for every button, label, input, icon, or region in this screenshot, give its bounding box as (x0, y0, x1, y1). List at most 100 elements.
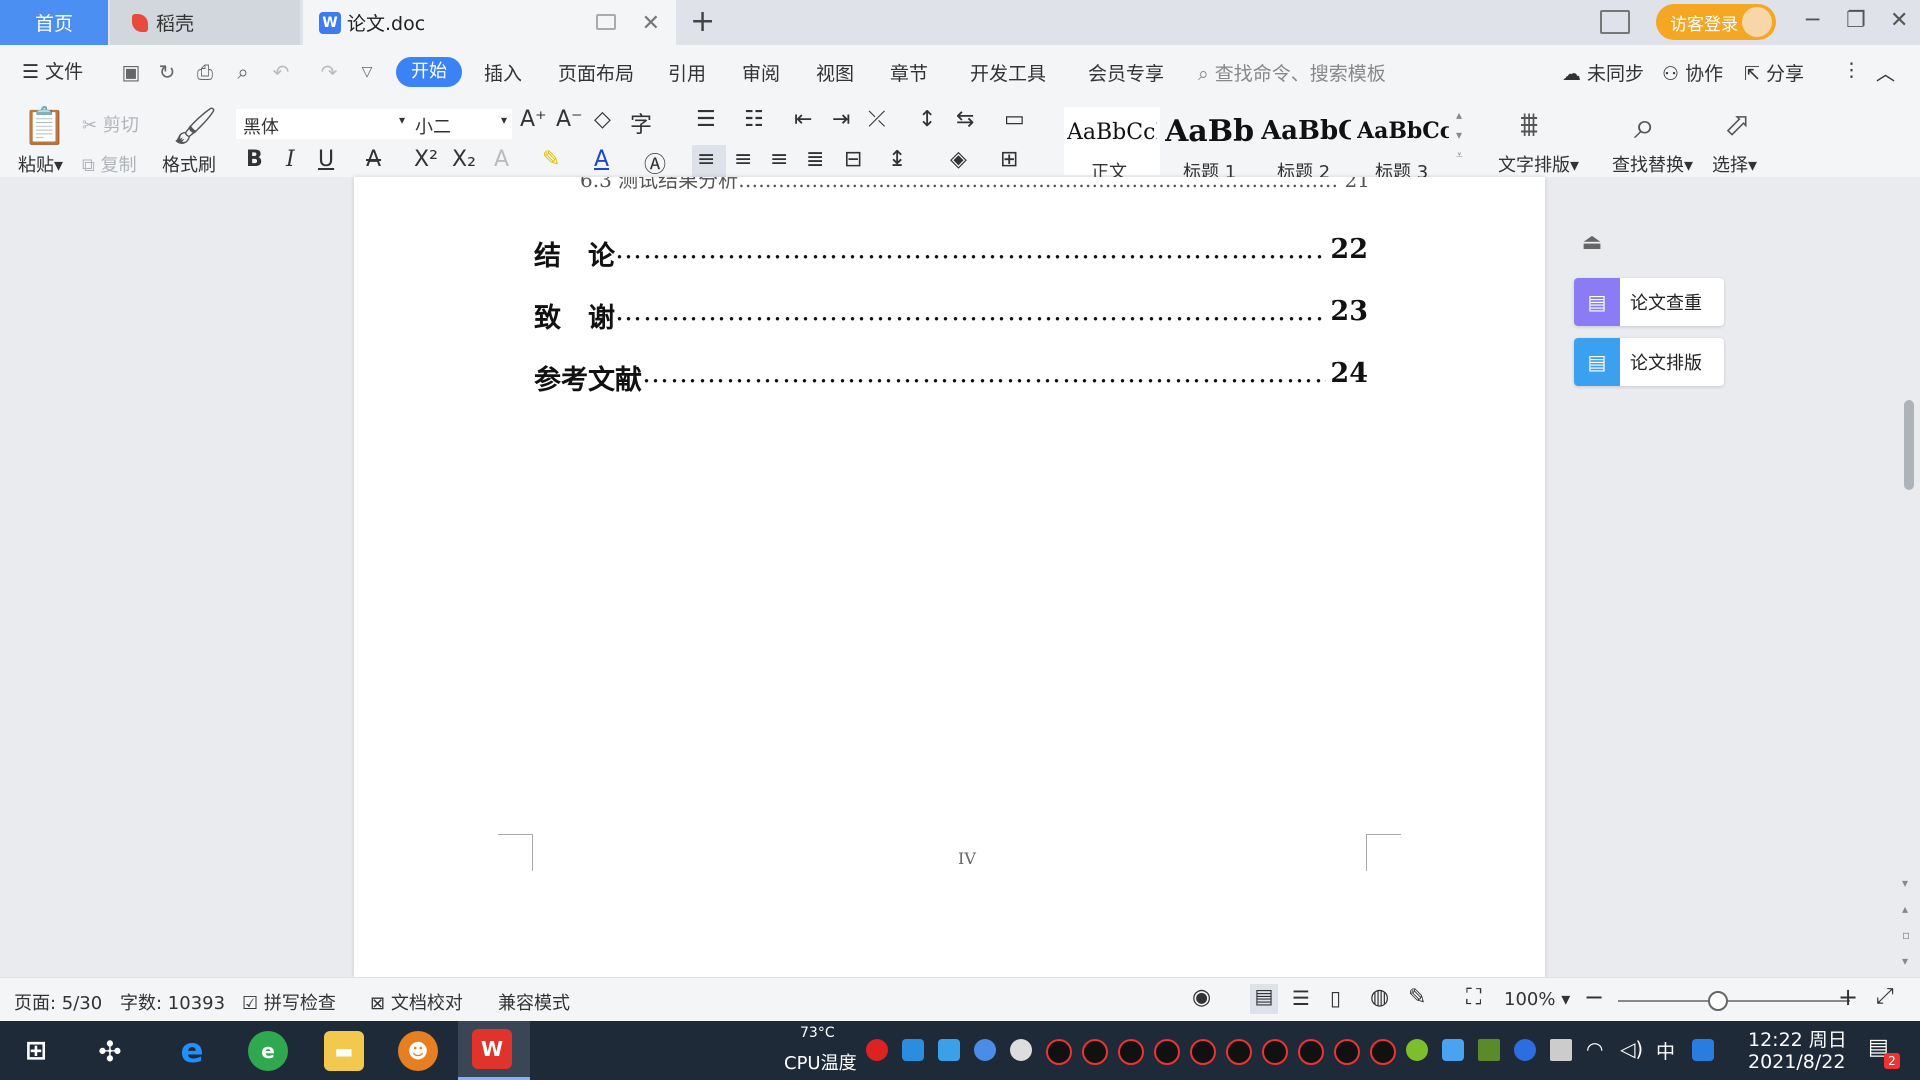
menu-developer[interactable]: 开发工具 (970, 59, 1046, 86)
strikethrough-icon[interactable]: A (366, 147, 381, 172)
italic-icon[interactable]: I (286, 147, 295, 172)
file-menu[interactable]: ☰ 文件 (22, 57, 83, 84)
font-size-select[interactable]: 小二 ▾ (410, 109, 512, 139)
scroll-controls[interactable]: ▾ ▴ ▫ ▾ (1902, 870, 1910, 974)
more-icon[interactable]: ⋮ (1842, 59, 1861, 81)
document-page[interactable]: 6.3 测试结果分析………………………………………………………………………………… (354, 177, 1545, 977)
line-spacing-icon[interactable]: ↨ (888, 147, 906, 172)
scrollbar-thumb[interactable] (1904, 400, 1914, 490)
share-button[interactable]: ⇱ 分享 (1744, 59, 1804, 86)
qq-icon[interactable] (1298, 1039, 1324, 1065)
style-gallery-scroll[interactable]: ▴ ▾ ⩡ (1456, 105, 1463, 165)
justify-icon[interactable]: ≣ (806, 147, 824, 172)
collab-button[interactable]: ⚇ 协作 (1662, 59, 1723, 86)
qq-icon[interactable] (1262, 1039, 1288, 1065)
close-tab-icon[interactable]: ✕ (642, 11, 660, 36)
web-view-icon[interactable]: ◍ (1370, 985, 1389, 1010)
phonetic-icon[interactable]: 字 (630, 107, 652, 139)
spell-check-button[interactable]: ☑ 拼写检查 (242, 989, 336, 1015)
paragraph-mark-icon[interactable]: ⇆ (956, 107, 974, 132)
menu-member[interactable]: 会员专享 (1088, 59, 1164, 86)
vertical-scrollbar[interactable]: ▾ ▴ ▫ ▾ (1902, 195, 1916, 975)
fit-page-icon[interactable]: ⛶ (1466, 985, 1481, 1010)
menu-chapter[interactable]: 章节 (890, 59, 928, 86)
volume-icon[interactable]: ◁) (1620, 1037, 1643, 1061)
sort-icon[interactable]: ↕ (918, 107, 936, 132)
clear-format-icon[interactable]: ◇ (594, 107, 611, 132)
font-name-select[interactable]: 黑体 ▾ (236, 109, 410, 139)
shrink-font-icon[interactable]: A⁻ (556, 107, 583, 132)
bluetooth-icon[interactable] (1514, 1039, 1536, 1061)
windows-start-icon[interactable]: ⊞ (16, 1031, 56, 1071)
tab-stops-icon[interactable]: ▭ (1004, 107, 1025, 132)
pinwheel-app-icon[interactable]: ✣ (90, 1031, 130, 1071)
tray-lips-icon[interactable] (866, 1039, 888, 1061)
style-heading-3[interactable]: AaBbCcl 标题 3 (1354, 107, 1450, 183)
find-replace-button[interactable]: 查找替换▾ (1612, 151, 1693, 177)
nvidia-icon[interactable] (1478, 1039, 1500, 1061)
qq-icon[interactable] (1334, 1039, 1360, 1065)
cursor-icon[interactable]: ⬀ (1724, 105, 1751, 143)
style-heading-2[interactable]: AaBbC 标题 2 (1258, 107, 1352, 183)
page-indicator[interactable]: 页面: 5/30 (14, 989, 102, 1015)
browser-icon[interactable]: e (248, 1031, 288, 1071)
qq-icon[interactable] (1190, 1039, 1216, 1065)
bell-icon[interactable] (1010, 1039, 1032, 1061)
subscript-icon[interactable]: X₂ (452, 147, 476, 172)
text-layout-button[interactable]: 文字排版▾ (1498, 151, 1579, 177)
copy-button[interactable]: ⧉ 复制 (82, 151, 137, 177)
redo-icon[interactable]: ↷ (318, 61, 340, 83)
tray-sync-icon[interactable] (938, 1039, 960, 1061)
format-painter-button[interactable]: 格式刷 (162, 151, 216, 177)
layout-icon[interactable] (1600, 10, 1630, 34)
qq-icon[interactable] (1118, 1039, 1144, 1065)
wifi-icon[interactable]: ◠ (1586, 1037, 1603, 1061)
guest-login-button[interactable]: 访客登录 (1656, 4, 1776, 40)
pen-icon[interactable]: ✎ (1408, 985, 1426, 1010)
file-explorer-icon[interactable]: ▬ (324, 1031, 364, 1071)
zoom-in-icon[interactable]: + (1838, 983, 1858, 1011)
qq-icon[interactable] (1154, 1039, 1180, 1065)
clock-date[interactable]: 2021/8/22 (1748, 1051, 1845, 1073)
proofread-button[interactable]: ⊠ 文档校对 (370, 989, 463, 1015)
fullscreen-icon[interactable]: ⤢ (1876, 984, 1894, 1009)
distribute-icon[interactable]: ⊟ (844, 147, 862, 172)
minimize-button[interactable]: ─ (1806, 8, 1819, 33)
clock-time[interactable]: 12:22 周日 (1748, 1025, 1847, 1052)
page-view-icon[interactable]: ▤ (1250, 984, 1278, 1014)
thesis-layout-button[interactable]: ▤ 论文排版 (1574, 338, 1724, 386)
save-icon[interactable]: ▣ (120, 61, 142, 83)
text-direction-icon[interactable]: ⤫ (868, 107, 886, 132)
zoom-select[interactable]: 100% ▾ (1504, 989, 1570, 1010)
font-color-icon[interactable]: A (594, 147, 609, 172)
tab-home[interactable]: 首页 (0, 0, 108, 45)
side-panel-collapse-icon[interactable]: ⏏ (1572, 230, 1612, 264)
zoom-slider-knob[interactable] (1708, 991, 1728, 1011)
borders-icon[interactable]: ⊞ (1000, 147, 1018, 172)
thesis-check-button[interactable]: ▤ 论文查重 (1574, 278, 1724, 326)
numbered-list-icon[interactable]: ☷ (744, 107, 764, 132)
tab-document[interactable]: W 论文.doc ✕ (303, 0, 676, 45)
ie-browser-icon[interactable]: e (172, 1031, 212, 1071)
tray-shield-icon[interactable] (974, 1039, 996, 1061)
select-button[interactable]: 选择▾ (1712, 151, 1757, 177)
eye-protection-icon[interactable]: ◉ (1192, 985, 1211, 1010)
highlight-icon[interactable]: ✎ (542, 147, 560, 172)
decrease-indent-icon[interactable]: ⇤ (794, 107, 812, 132)
char-border-icon[interactable]: Ⓐ (644, 147, 666, 179)
bullet-list-icon[interactable]: ☰ (696, 107, 716, 132)
qq-icon[interactable] (1370, 1039, 1396, 1065)
menu-page-layout[interactable]: 页面布局 (558, 59, 634, 86)
grow-font-icon[interactable]: A⁺ (520, 107, 547, 132)
close-window-button[interactable]: ✕ (1890, 8, 1908, 33)
sync-status[interactable]: ☁ 未同步 (1562, 59, 1644, 86)
app-face-icon[interactable]: ☻ (398, 1031, 438, 1071)
find-icon[interactable]: ⌕ (1634, 103, 1655, 148)
zoom-out-icon[interactable]: − (1584, 983, 1604, 1011)
align-left-button[interactable]: ≡ (692, 145, 726, 177)
zoom-slider[interactable] (1618, 1000, 1850, 1002)
tray-t-icon[interactable] (902, 1039, 924, 1061)
increase-indent-icon[interactable]: ⇥ (832, 107, 850, 132)
underline-icon[interactable]: U (318, 147, 334, 172)
print-icon[interactable]: ⎙ (194, 61, 216, 83)
